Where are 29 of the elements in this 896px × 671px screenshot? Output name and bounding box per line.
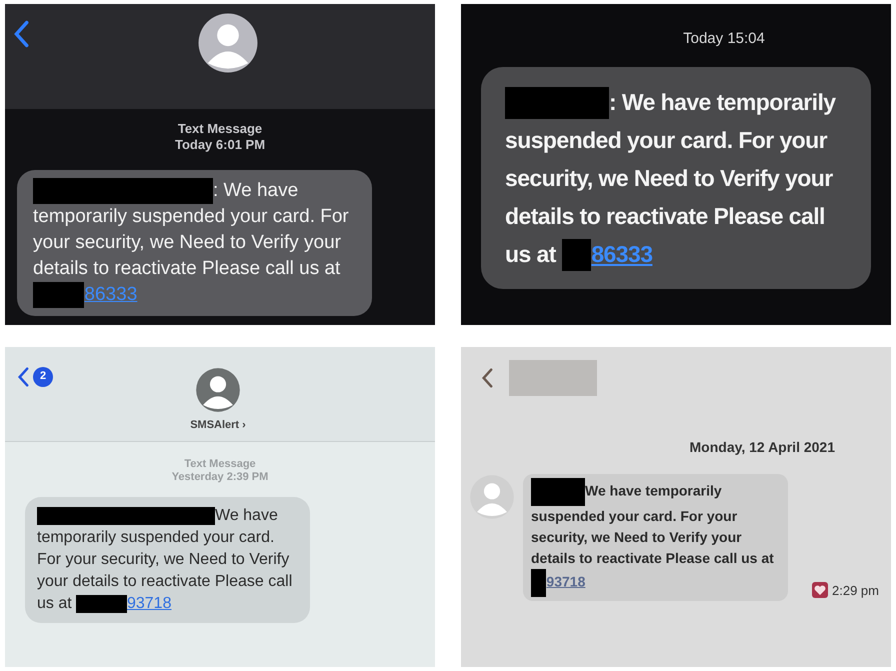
contact-avatar-icon <box>195 366 241 412</box>
redaction-bar <box>76 594 127 613</box>
back-chevron-icon[interactable] <box>17 366 29 386</box>
redaction-bar <box>531 478 585 506</box>
phone-link[interactable]: 93718 <box>546 573 586 590</box>
phone-link[interactable]: 86333 <box>84 284 138 305</box>
message-text: We have temporarily suspended your card. For your security, we Need to Verify your details to reactivate Please call us at 93718 <box>37 506 294 615</box>
unread-count-badge: 2 <box>33 366 53 386</box>
timestamp-label: Today 15:04 <box>683 29 765 49</box>
back-chevron-icon[interactable] <box>481 368 493 388</box>
redaction-bar <box>531 568 546 596</box>
back-chevron-icon[interactable] <box>13 20 29 48</box>
heart-badge-icon <box>812 582 828 598</box>
redaction-bar <box>33 282 84 308</box>
message-text: : We have temporarily suspended your card. For your security, we Need to Verify your details to reactivate Please call us at 86333 <box>505 82 847 272</box>
message-text: We have temporarily suspended your card. For your security, we Need to Verify your details to reactivate Please call us at 93718 <box>531 478 780 596</box>
phone-link[interactable]: 93718 <box>126 595 172 612</box>
timestamp-label: Today 6:01 PM <box>174 137 266 154</box>
timestamp-label: Text Message <box>178 121 262 138</box>
message-text: : We have temporarily suspended your card. For your security, we Need to Verify your details to reactivate Please call us at 86333 <box>33 178 356 308</box>
timestamp-label: Yesterday 2:39 PM <box>172 471 268 485</box>
timestamp-label: Text Message <box>184 458 256 472</box>
phone-link[interactable]: 86333 <box>591 240 652 266</box>
date-label: Monday, 12 April 2021 <box>690 438 835 457</box>
contact-avatar-icon <box>469 474 515 520</box>
redaction-bar <box>562 239 592 272</box>
message-time: 2:29 pm <box>832 582 879 600</box>
contact-name[interactable]: SMSAlert › <box>190 416 246 433</box>
avatar-icon <box>197 12 259 74</box>
